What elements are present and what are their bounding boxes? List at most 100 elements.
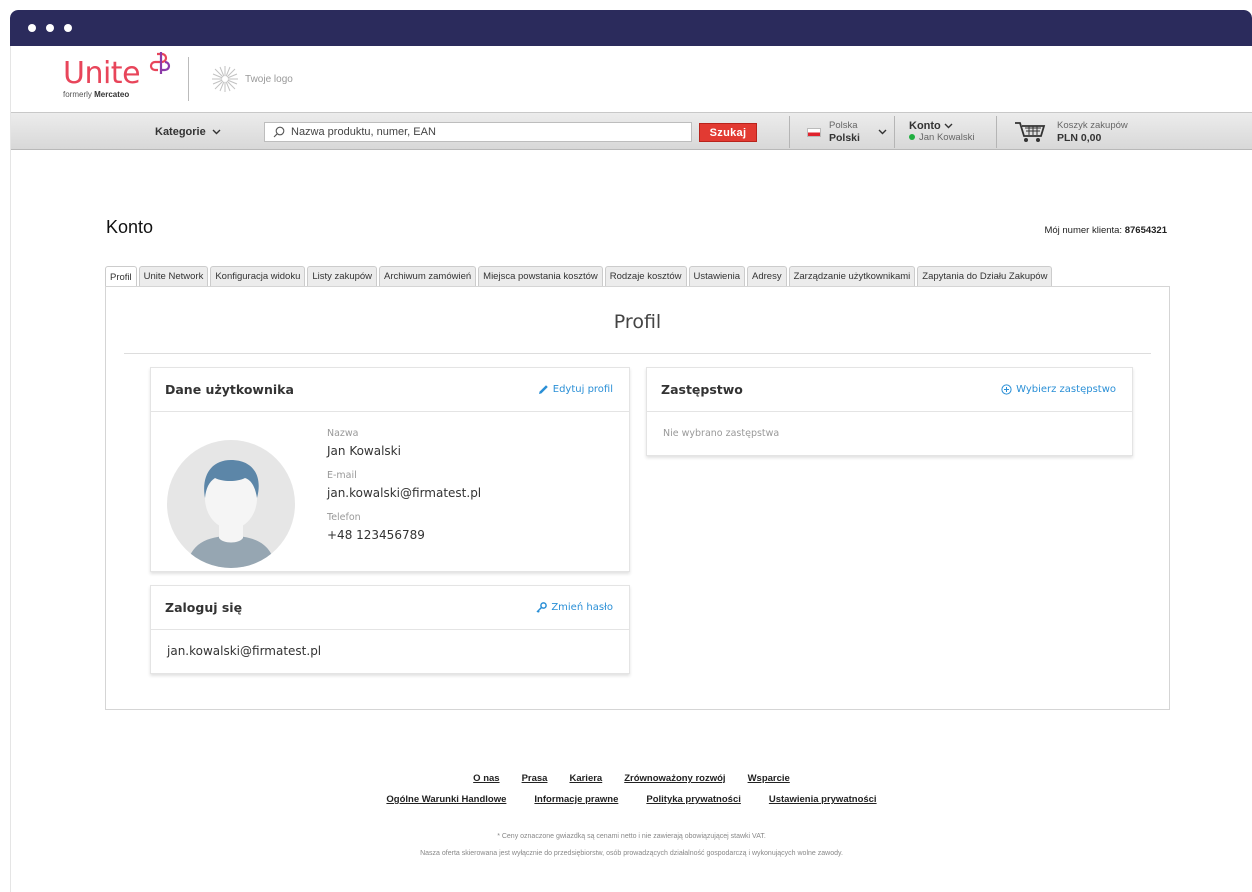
search-icon — [273, 126, 285, 138]
account-menu[interactable]: Konto Jan Kowalski — [909, 113, 974, 151]
customer-number: Mój numer klienta: 87654321 — [1044, 225, 1167, 236]
tab-view-configuration[interactable]: Konfiguracja widoku — [210, 266, 306, 286]
toolbar-divider — [996, 116, 997, 148]
your-logo-text: Twoje logo — [245, 73, 293, 85]
profile-panel: Profil Dane użytkownika Edytuj profil Na… — [105, 286, 1170, 710]
shopping-cart[interactable]: Koszyk zakupów PLN 0,00 — [1013, 113, 1128, 151]
tab-order-archive[interactable]: Archiwum zamówień — [379, 266, 477, 286]
toolbar-divider — [789, 116, 790, 148]
footer-link-sustainability[interactable]: Zrównoważony rozwój — [624, 773, 725, 784]
search-button[interactable]: Szukaj — [699, 123, 757, 142]
change-password-link[interactable]: Zmień hasło — [536, 602, 613, 613]
header-divider — [188, 57, 190, 101]
cart-total: PLN 0,00 — [1057, 132, 1102, 144]
vat-note: * Ceny oznaczone gwiazdką są cenami nett… — [497, 833, 766, 840]
logo-wordmark: Unite — [63, 55, 141, 91]
search-input[interactable] — [291, 126, 671, 138]
edit-profile-link[interactable]: Edytuj profil — [538, 384, 613, 395]
account-label-row: Konto — [909, 120, 974, 132]
footer-link-press[interactable]: Prasa — [522, 773, 548, 784]
page-title-row: Konto Mój numer klienta: 87654321 — [106, 217, 1167, 238]
logo-subtitle: formerly Mercateo — [63, 89, 130, 99]
footer-link-privacy-policy[interactable]: Polityka prywatności — [646, 794, 741, 805]
name-label: Nazwa — [327, 428, 359, 439]
poland-flag-icon — [807, 127, 821, 137]
name-value: Jan Kowalski — [327, 444, 401, 458]
language-label: Polski — [829, 132, 860, 144]
profile-heading: Profil — [613, 311, 662, 333]
tab-shopping-lists[interactable]: Listy zakupów — [307, 266, 378, 286]
page-viewport: Unite formerly Mercateo Twoje logo Kateg… — [10, 46, 1252, 892]
plus-circle-icon — [1001, 384, 1012, 395]
deputy-card: Zastępstwo Wybierz zastępstwo Nie wybran… — [646, 367, 1133, 456]
user-data-card: Dane użytkownika Edytuj profil Nazwa Jan… — [150, 367, 630, 572]
footer-links-secondary: Ogólne Warunki Handlowe Informacje prawn… — [11, 794, 1252, 805]
phone-value: +48 123456789 — [327, 528, 425, 542]
chevron-down-icon — [212, 129, 221, 135]
b2b-note: Nasza oferta skierowana jest wyłącznie d… — [420, 850, 843, 857]
avatar — [167, 440, 295, 568]
sunburst-icon — [212, 66, 239, 92]
choose-deputy-link[interactable]: Wybierz zastępstwo — [1001, 384, 1116, 395]
cart-label: Koszyk zakupów — [1057, 120, 1128, 131]
chevron-down-icon — [944, 123, 953, 129]
phone-label: Telefon — [327, 512, 361, 523]
unite-logo-icon — [149, 51, 171, 74]
login-value: jan.kowalski@firmatest.pl — [167, 644, 322, 658]
pencil-icon — [538, 385, 548, 394]
chevron-down-icon — [878, 129, 887, 135]
deputy-title: Zastępstwo — [661, 382, 743, 397]
footer-link-privacy-settings[interactable]: Ustawienia prywatności — [769, 794, 877, 805]
key-icon — [536, 602, 548, 613]
login-card-header: Zaloguj się Zmień hasło — [151, 586, 629, 630]
account-text: Konto Jan Kowalski — [909, 120, 974, 144]
browser-window: Unite formerly Mercateo Twoje logo Kateg… — [10, 10, 1252, 892]
window-close-dot[interactable] — [28, 24, 36, 32]
language-text: Polska Polski — [829, 120, 860, 144]
toolbar-divider — [894, 116, 895, 148]
categories-label: Kategorie — [155, 126, 206, 138]
footer-link-legal[interactable]: Informacje prawne — [534, 794, 618, 805]
user-data-card-header: Dane użytkownika Edytuj profil — [151, 368, 629, 412]
country-label: Polska — [829, 120, 858, 131]
account-tabs: Profil Unite Network Konfiguracja widoku… — [105, 266, 1053, 287]
site-logo[interactable]: Unite formerly Mercateo — [63, 51, 174, 99]
page-title: Konto — [106, 217, 154, 237]
tab-cost-centers[interactable]: Miejsca powstania kosztów — [478, 266, 603, 286]
tab-purchasing-inquiries[interactable]: Zapytania do Działu Zakupów — [917, 266, 1053, 286]
online-status-icon — [909, 134, 915, 140]
footer-link-careers[interactable]: Kariera — [569, 773, 602, 784]
person-silhouette-icon — [187, 460, 275, 568]
language-selector[interactable]: Polska Polski — [807, 113, 887, 151]
edit-profile-label: Edytuj profil — [552, 384, 613, 395]
search-box — [264, 122, 692, 142]
tab-cost-types[interactable]: Rodzaje kosztów — [604, 266, 687, 286]
footer-link-terms[interactable]: Ogólne Warunki Handlowe — [386, 794, 506, 805]
login-card: Zaloguj się Zmień hasło jan.kowalski@fir… — [150, 585, 630, 674]
login-title: Zaloguj się — [165, 600, 243, 615]
tab-unite-network[interactable]: Unite Network — [138, 266, 209, 286]
tab-settings[interactable]: Ustawienia — [688, 266, 746, 286]
window-minimize-dot[interactable] — [46, 24, 54, 32]
cart-text: Koszyk zakupów PLN 0,00 — [1057, 120, 1128, 144]
tab-profil[interactable]: Profil — [105, 266, 137, 287]
site-footer: O nas Prasa Kariera Zrównoważony rozwój … — [11, 773, 1252, 857]
window-maximize-dot[interactable] — [64, 24, 72, 32]
shopping-cart-icon — [1015, 122, 1046, 142]
choose-deputy-label: Wybierz zastępstwo — [1016, 384, 1116, 395]
no-deputy-text: Nie wybrano zastępstwa — [663, 428, 780, 439]
deputy-card-header: Zastępstwo Wybierz zastępstwo — [647, 368, 1132, 412]
email-value: jan.kowalski@firmatest.pl — [327, 486, 482, 500]
tab-user-management[interactable]: Zarządzanie użytkownikami — [788, 266, 916, 286]
window-titlebar — [10, 10, 1252, 46]
main-toolbar: Kategorie Szukaj Polska Polski Konto — [11, 112, 1252, 150]
tab-addresses[interactable]: Adresy — [747, 266, 787, 286]
user-fields: Nazwa Jan Kowalski E-mail jan.kowalski@f… — [327, 428, 481, 542]
footer-link-about[interactable]: O nas — [473, 773, 499, 784]
user-data-body: Nazwa Jan Kowalski E-mail jan.kowalski@f… — [151, 412, 629, 572]
categories-menu[interactable]: Kategorie — [155, 113, 221, 151]
change-password-label: Zmień hasło — [551, 602, 613, 613]
footer-link-support[interactable]: Wsparcie — [748, 773, 790, 784]
site-header: Unite formerly Mercateo Twoje logo — [11, 46, 1252, 112]
your-logo: Twoje logo — [211, 65, 293, 93]
